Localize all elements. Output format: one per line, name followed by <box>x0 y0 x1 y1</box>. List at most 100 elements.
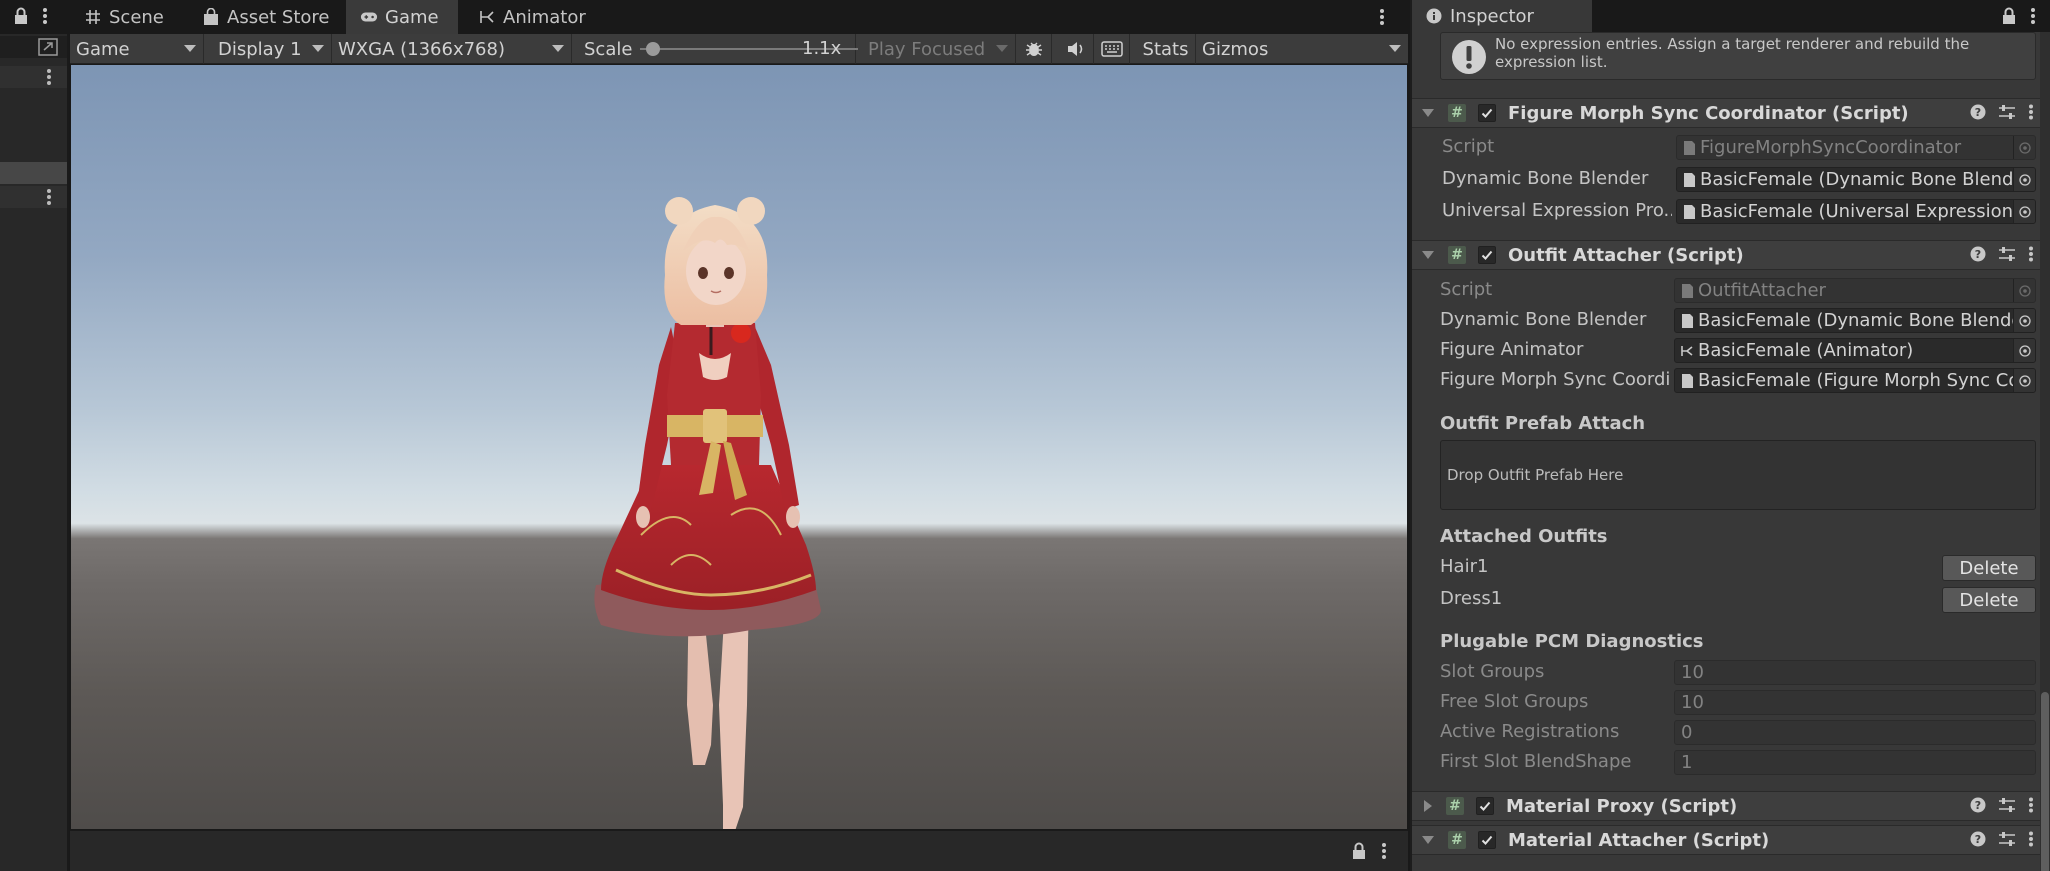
dynamic-bone-blender-field[interactable]: BasicFemale (Dynamic Bone Blender) <box>1676 167 2036 192</box>
stats-label: Stats <box>1142 38 1189 60</box>
help-icon[interactable]: ? <box>1970 246 1986 262</box>
foldout-arrow-icon[interactable] <box>1422 109 1434 117</box>
object-picker-icon[interactable] <box>2013 168 2035 191</box>
component-menu-icon[interactable] <box>2028 246 2034 262</box>
mute-audio-toggle[interactable] <box>1058 34 1094 64</box>
tab-inspector-label: Inspector <box>1450 5 1534 27</box>
hierarchy-selected-row[interactable] <box>0 162 67 184</box>
tab-game[interactable]: Game <box>346 0 458 34</box>
free-slot-groups-label: Free Slot Groups <box>1440 691 1589 712</box>
object-picker-icon[interactable] <box>2013 369 2035 392</box>
keyboard-icon <box>1100 41 1123 57</box>
preset-icon[interactable] <box>1998 797 2016 813</box>
help-icon[interactable]: ? <box>1970 104 1986 120</box>
play-mode-dropdown[interactable]: Play Focused <box>856 34 1016 64</box>
foldout-arrow-icon[interactable] <box>1424 800 1432 812</box>
chevron-down-icon <box>552 45 564 52</box>
script-file-icon <box>1684 140 1695 155</box>
script-icon: # <box>1448 246 1466 264</box>
display-dropdown[interactable]: Display 1 <box>204 34 332 64</box>
checkmark-icon <box>1479 801 1491 811</box>
scene-menu-icon[interactable] <box>46 68 52 86</box>
attached-outfits-title: Attached Outfits <box>1440 526 1608 547</box>
lock-icon[interactable] <box>2002 7 2016 25</box>
inspector-tab-bar: Inspector <box>1412 0 2050 32</box>
gizmos-dropdown[interactable]: Gizmos <box>1196 34 1408 64</box>
enabled-checkbox[interactable] <box>1476 797 1494 815</box>
stats-button[interactable]: Stats <box>1136 34 1196 64</box>
svg-text:?: ? <box>1975 248 1981 261</box>
component-title: Material Proxy (Script) <box>1506 795 1738 817</box>
chevron-down-icon <box>184 45 196 52</box>
view-mode-dropdown[interactable]: Game <box>70 34 204 64</box>
outfit-drop-area[interactable]: Drop Outfit Prefab Here <box>1440 440 2036 510</box>
figure-animator-field[interactable]: BasicFemale (Animator) <box>1674 338 2036 363</box>
resolution-dropdown[interactable]: WXGA (1366x768) <box>332 34 572 64</box>
tab-scene[interactable]: Scene <box>70 0 178 34</box>
enabled-checkbox[interactable] <box>1478 104 1496 122</box>
tab-inspector[interactable]: Inspector <box>1412 0 1592 32</box>
figure-morph-sync-label: Figure Morph Sync Coordin <box>1440 369 1670 390</box>
object-picker-icon <box>2013 136 2035 159</box>
kebab-menu-icon[interactable] <box>42 7 48 25</box>
game-tab-menu-icon[interactable] <box>1379 8 1385 26</box>
tab-asset-store[interactable]: Asset Store <box>188 0 344 34</box>
scale-slider-thumb[interactable] <box>646 42 660 56</box>
debug-toggle[interactable] <box>1016 34 1052 64</box>
kebab-menu-icon[interactable] <box>2030 7 2036 25</box>
maximize-icon[interactable] <box>38 38 58 56</box>
enabled-checkbox[interactable] <box>1478 246 1496 264</box>
object-picker-icon[interactable] <box>2013 200 2035 223</box>
bug-icon <box>1024 39 1044 59</box>
chevron-down-icon <box>1389 45 1401 52</box>
delete-outfit-button[interactable]: Delete <box>1942 587 2036 613</box>
lock-icon[interactable] <box>14 7 28 25</box>
slot-groups-label: Slot Groups <box>1440 661 1545 682</box>
script-field: FigureMorphSyncCoordinator <box>1676 135 2036 160</box>
help-icon[interactable]: ? <box>1970 797 1986 813</box>
script-field: OutfitAttacher <box>1674 278 2036 303</box>
universal-expression-field[interactable]: BasicFemale (Universal Expression Pro) <box>1676 199 2036 224</box>
kebab-menu-icon[interactable] <box>1381 842 1387 860</box>
preset-icon[interactable] <box>1998 104 2016 120</box>
foldout-arrow-icon[interactable] <box>1422 251 1434 259</box>
chevron-down-icon <box>312 45 324 52</box>
figure-morph-sync-field[interactable]: BasicFemale (Figure Morph Sync Coordinat… <box>1674 368 2036 393</box>
object-picker-icon[interactable] <box>2013 309 2035 332</box>
dynamic-bone-blender-field[interactable]: BasicFemale (Dynamic Bone Blender) <box>1674 308 2036 333</box>
component-header-outfit-attacher[interactable]: # Outfit Attacher (Script) ? <box>1412 240 2042 270</box>
shortcuts-toggle[interactable] <box>1094 34 1130 64</box>
game-viewport[interactable] <box>71 65 1407 829</box>
component-menu-icon[interactable] <box>2028 797 2034 813</box>
game-view-toolbar: Game Display 1 WXGA (1366x768) Scale 1.1… <box>70 34 1408 64</box>
scene-menu-icon-2[interactable] <box>46 188 52 206</box>
active-registrations-label: Active Registrations <box>1440 721 1620 742</box>
help-box: No expression entries. Assign a target r… <box>1440 32 2036 80</box>
component-header-material-proxy[interactable]: # Material Proxy (Script) ? <box>1412 791 2042 821</box>
object-picker-icon[interactable] <box>2013 339 2035 362</box>
delete-outfit-button[interactable]: Delete <box>1942 555 2036 581</box>
foldout-arrow-icon[interactable] <box>1422 836 1434 844</box>
universal-expression-label: Universal Expression Pro... <box>1442 200 1672 221</box>
enabled-checkbox[interactable] <box>1478 831 1496 849</box>
editor-tab-bar: Scene Asset Store Game Animator <box>70 0 1408 34</box>
scale-label: Scale <box>584 38 633 60</box>
preset-icon[interactable] <box>1998 246 2016 262</box>
scale-value: 1.1x <box>802 38 842 59</box>
component-menu-icon[interactable] <box>2028 104 2034 120</box>
component-header-figure-morph[interactable]: # Figure Morph Sync Coordinator (Script)… <box>1412 98 2042 128</box>
tab-animator[interactable]: Animator <box>464 0 600 34</box>
hierarchy-scene-row[interactable] <box>0 66 67 88</box>
inspector-scrollbar[interactable] <box>2040 32 2050 871</box>
hierarchy-tab-bar <box>0 0 69 34</box>
preset-icon[interactable] <box>1998 831 2016 847</box>
component-header-material-attacher[interactable]: # Material Attacher (Script) ? <box>1412 825 2042 855</box>
help-icon[interactable]: ? <box>1970 831 1986 847</box>
lock-icon[interactable] <box>1352 842 1366 860</box>
object-picker-icon <box>2013 279 2035 302</box>
scrollbar-thumb[interactable] <box>2041 692 2049 871</box>
view-mode-value: Game <box>76 38 130 60</box>
help-text: No expression entries. Assign a target r… <box>1495 35 1970 71</box>
hierarchy-scene-row-2[interactable] <box>0 186 67 208</box>
component-menu-icon[interactable] <box>2028 831 2034 847</box>
